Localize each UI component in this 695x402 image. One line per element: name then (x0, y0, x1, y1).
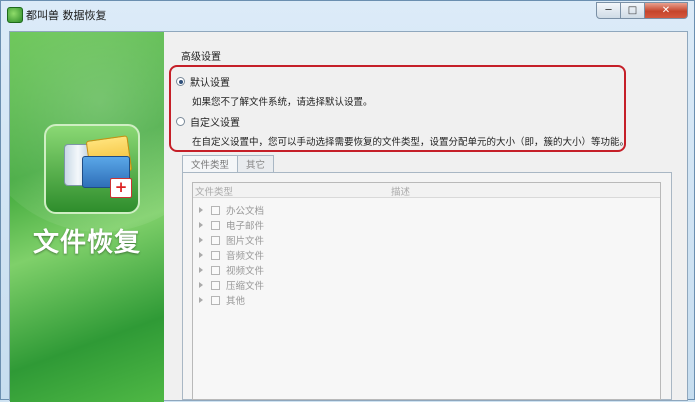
expand-arrow-icon[interactable] (199, 282, 203, 288)
tree-item-label: 音频文件 (226, 251, 265, 262)
client-area: + 文件恢复 高级设置 默认设置 如果您不了解文件系统，请选择默认设置。 自定义… (9, 31, 688, 402)
red-cross-icon: + (110, 178, 132, 198)
tree-item-label: 视频文件 (226, 266, 265, 277)
window-controls: ─ □ ✕ (596, 2, 688, 19)
default-setting-label: 默认设置 (190, 78, 230, 89)
title-bar[interactable]: 都叫兽 数据恢复 ─ □ ✕ (1, 1, 694, 27)
tree-item-video[interactable]: 视频文件 (199, 263, 264, 277)
tab-file-types[interactable]: 文件类型 (182, 155, 239, 172)
close-button[interactable]: ✕ (645, 2, 688, 19)
settings-panel: 高级设置 默认设置 如果您不了解文件系统，请选择默认设置。 自定义设置 在自定义… (164, 32, 687, 400)
tab-panel: 文件类型 描述 办公文档 电子邮件 图片文件 音频文件 视频文件 压缩文件 其他 (182, 172, 672, 400)
tree-item-other[interactable]: 其他 (199, 293, 245, 307)
tree-item-audio[interactable]: 音频文件 (199, 248, 264, 262)
expand-arrow-icon[interactable] (199, 207, 203, 213)
expand-arrow-icon[interactable] (199, 297, 203, 303)
banner-title: 文件恢复 (32, 228, 141, 258)
tree-item-label: 其他 (226, 296, 246, 307)
checkbox[interactable] (211, 280, 220, 290)
tree-item-label: 电子邮件 (226, 221, 265, 232)
tree-item-email[interactable]: 电子邮件 (199, 218, 264, 232)
checkbox[interactable] (211, 205, 220, 215)
left-banner: + 文件恢复 (10, 32, 164, 402)
window-title: 都叫兽 数据恢复 (26, 9, 107, 22)
tab-bar: 文件类型 其它 (182, 155, 275, 172)
checkbox[interactable] (211, 250, 220, 260)
custom-setting-option[interactable]: 自定义设置 (176, 114, 240, 129)
file-recovery-icon: + (44, 124, 140, 214)
checkbox[interactable] (211, 235, 220, 245)
tree-item-label: 图片文件 (226, 236, 265, 247)
app-icon (7, 7, 23, 23)
column-description[interactable]: 描述 (391, 184, 410, 198)
expand-arrow-icon[interactable] (199, 222, 203, 228)
tree-item-label: 压缩文件 (226, 281, 265, 292)
default-setting-option[interactable]: 默认设置 (176, 74, 230, 89)
app-window: 都叫兽 数据恢复 ─ □ ✕ + 文件恢复 高级设置 默认设置 如果您不了解文件… (0, 0, 695, 402)
tree-item-archives[interactable]: 压缩文件 (199, 278, 264, 292)
minimize-button[interactable]: ─ (596, 2, 621, 19)
custom-setting-label: 自定义设置 (190, 118, 240, 129)
custom-setting-description: 在自定义设置中，您可以手动选择需要恢复的文件类型，设置分配单元的大小（即，簇的大… (192, 137, 630, 148)
maximize-button[interactable]: □ (621, 2, 645, 19)
default-setting-radio[interactable] (176, 77, 185, 86)
checkbox[interactable] (211, 295, 220, 305)
column-file-type[interactable]: 文件类型 (195, 184, 233, 198)
tree-item-label: 办公文档 (226, 206, 265, 217)
expand-arrow-icon[interactable] (199, 267, 203, 273)
tree-header: 文件类型 描述 (193, 183, 660, 198)
custom-setting-radio[interactable] (176, 117, 185, 126)
expand-arrow-icon[interactable] (199, 252, 203, 258)
file-type-tree[interactable]: 文件类型 描述 办公文档 电子邮件 图片文件 音频文件 视频文件 压缩文件 其他 (192, 182, 661, 400)
tree-item-images[interactable]: 图片文件 (199, 233, 264, 247)
tab-other[interactable]: 其它 (237, 155, 275, 172)
default-setting-description: 如果您不了解文件系统，请选择默认设置。 (192, 97, 373, 108)
tree-item-office-docs[interactable]: 办公文档 (199, 203, 264, 217)
group-label: 高级设置 (178, 48, 224, 63)
expand-arrow-icon[interactable] (199, 237, 203, 243)
checkbox[interactable] (211, 220, 220, 230)
checkbox[interactable] (211, 265, 220, 275)
